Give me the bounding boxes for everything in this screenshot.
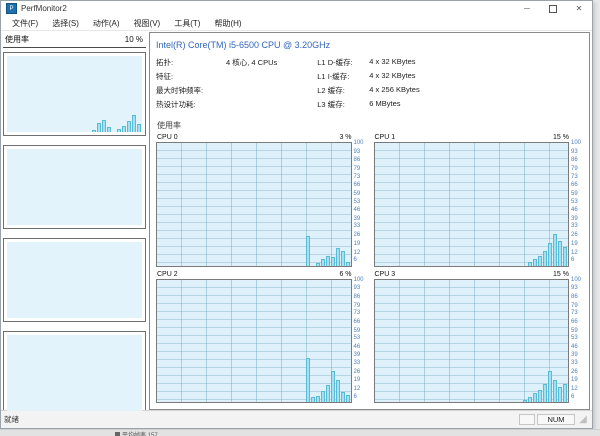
cpu2-usage-value: 6 % bbox=[339, 270, 352, 278]
info-label: 特征: bbox=[156, 72, 174, 81]
sidebar-panel-4-body bbox=[7, 335, 142, 411]
window-controls: ─ ✕ bbox=[514, 1, 592, 16]
minimize-button[interactable]: ─ bbox=[514, 1, 540, 16]
sidebar-panel-2-body bbox=[7, 149, 142, 225]
info-row-max-clock: 最大时钟频率: bbox=[156, 85, 277, 96]
cpu2-chart: CPU 2 6 % 100 93 86 79 73 66 59 53 46 39 33 26 19 12 6 bbox=[156, 271, 366, 403]
info-row-features: 特征: bbox=[156, 71, 277, 82]
cpu0-plot bbox=[156, 142, 352, 267]
cpu1-label: CPU 1 bbox=[374, 134, 396, 141]
info-row-l2: L2 缓存: 4 x 256 KBytes bbox=[317, 85, 419, 96]
cpu0-y-axis: 100 93 86 79 73 66 59 53 46 39 33 26 19 12 6 bbox=[353, 139, 364, 263]
cpu3-plot-row: 100 93 86 79 73 66 59 53 46 39 33 26 19 12 6 bbox=[373, 276, 584, 403]
sidebar: 使用率 10 % bbox=[3, 32, 146, 415]
cpu0-plot-row: 100 93 86 79 73 66 59 53 46 39 33 26 19 12 6 bbox=[156, 139, 366, 267]
menu-tools[interactable]: 工具(T) bbox=[167, 18, 207, 29]
status-box-empty bbox=[519, 414, 535, 425]
sidebar-header: 使用率 10 % bbox=[3, 32, 146, 48]
cpu3-chart: CPU 3 15 % 100 93 86 79 73 66 59 53 46 39 33 26 19 12… bbox=[373, 271, 584, 403]
cpu1-y-axis: 100 93 86 79 73 66 59 53 46 39 33 26 19 12 6 bbox=[571, 139, 582, 263]
cpu3-usage-value: 15 % bbox=[553, 270, 569, 278]
title-bar[interactable]: P PerfMonitor2 ─ ✕ bbox=[1, 1, 592, 16]
background-window-text: 平均帧率 157 bbox=[115, 430, 158, 436]
sidebar-panel-3-body bbox=[7, 242, 142, 318]
cpu2-y-axis: 100 93 86 79 73 66 59 53 46 39 33 26 19 12 6 bbox=[353, 276, 364, 400]
info-label: L2 缓存: bbox=[317, 86, 345, 95]
sidebar-panels bbox=[3, 48, 146, 415]
menu-action[interactable]: 动作(A) bbox=[86, 18, 127, 29]
sidebar-overview-panel[interactable] bbox=[3, 52, 146, 136]
cpu-charts-grid: CPU 0 3 % 100 93 86 79 73 66 59 53 46 39 33 26 19 12 6… bbox=[156, 134, 583, 403]
sidebar-panel-2[interactable] bbox=[3, 145, 146, 229]
info-value: 4 x 32 KBytes bbox=[369, 57, 416, 66]
cpu1-plot bbox=[373, 142, 569, 267]
info-row-l1d: L1 D-缓存: 4 x 32 KBytes bbox=[317, 57, 419, 68]
sidebar-panel-4[interactable] bbox=[3, 331, 146, 415]
window-title: PerfMonitor2 bbox=[21, 4, 67, 13]
info-label: 拓扑: bbox=[156, 58, 174, 67]
sidebar-header-value: 10 % bbox=[124, 35, 143, 44]
num-lock-indicator: NUM bbox=[537, 414, 575, 425]
background-window-icon bbox=[115, 432, 120, 436]
maximize-icon bbox=[549, 4, 557, 13]
maximize-button[interactable] bbox=[540, 1, 566, 16]
cpu1-usage-value: 15 % bbox=[553, 134, 569, 141]
cpu-info-grid: 拓扑: 4 核心, 4 CPUs 特征: 最大时钟频率: 热设计功耗: L1 D… bbox=[156, 57, 583, 110]
app-icon: P bbox=[6, 3, 17, 14]
info-value: 4 x 256 KBytes bbox=[369, 85, 420, 94]
menu-file[interactable]: 文件(F) bbox=[5, 18, 45, 29]
cpu2-plot-row: 100 93 86 79 73 66 59 53 46 39 33 26 19 12 6 bbox=[156, 276, 366, 403]
background-window-label: 平均帧率 157 bbox=[122, 433, 158, 436]
info-row-l3: L3 缓存: 6 MBytes bbox=[317, 99, 419, 110]
sidebar-overview-chart bbox=[7, 56, 142, 132]
content-area: 使用率 10 % Intel(R) Core(TM) i5-6500 CPU @… bbox=[1, 31, 592, 415]
info-label: 热设计功耗: bbox=[156, 100, 196, 109]
menu-bar: 文件(F) 选择(S) 动作(A) 视图(V) 工具(T) 帮助(H) bbox=[1, 16, 592, 31]
info-value: 6 MBytes bbox=[369, 99, 401, 108]
cpu3-chart-header: CPU 3 15 % bbox=[375, 271, 570, 278]
usage-section-title: 使用率 bbox=[157, 121, 181, 130]
menu-help[interactable]: 帮助(H) bbox=[207, 18, 248, 29]
info-row-tdp: 热设计功耗: bbox=[156, 99, 277, 110]
cpu-info-left-column: 拓扑: 4 核心, 4 CPUs 特征: 最大时钟频率: 热设计功耗: bbox=[156, 57, 277, 110]
menu-select[interactable]: 选择(S) bbox=[45, 18, 86, 29]
cpu-name-title: Intel(R) Core(TM) i5-6500 CPU @ 3.20GHz bbox=[156, 40, 331, 50]
close-button[interactable]: ✕ bbox=[566, 1, 592, 16]
cpu1-chart: CPU 1 15 % 100 93 86 79 73 66 59 53 46 39 33 26 19 12… bbox=[373, 134, 584, 267]
background-window-sliver: 平均帧率 157 bbox=[0, 429, 600, 436]
status-bar: 就绪 NUM ◢ bbox=[1, 410, 592, 428]
cpu2-plot bbox=[156, 278, 352, 403]
cpu3-plot bbox=[373, 278, 569, 403]
cpu0-chart-header: CPU 0 3 % bbox=[157, 134, 352, 141]
main-panel: Intel(R) Core(TM) i5-6500 CPU @ 3.20GHz … bbox=[149, 32, 590, 410]
cpu-info-right-column: L1 D-缓存: 4 x 32 KBytes L1 I-缓存: 4 x 32 K… bbox=[317, 57, 419, 110]
info-value: 4 核心, 4 CPUs bbox=[226, 58, 278, 67]
cpu1-chart-header: CPU 1 15 % bbox=[375, 134, 570, 141]
cpu2-label: CPU 2 bbox=[157, 270, 178, 278]
status-text: 就绪 bbox=[4, 415, 19, 424]
info-label: L1 I-缓存: bbox=[317, 72, 350, 81]
menu-view[interactable]: 视图(V) bbox=[127, 18, 168, 29]
sidebar-header-label: 使用率 bbox=[5, 35, 29, 44]
cpu3-label: CPU 3 bbox=[374, 270, 396, 278]
info-label: L3 缓存: bbox=[317, 100, 345, 109]
info-row-topology: 拓扑: 4 核心, 4 CPUs bbox=[156, 57, 277, 68]
app-window: P PerfMonitor2 ─ ✕ 文件(F) 选择(S) 动作(A) 视图(… bbox=[0, 0, 593, 429]
info-label: L1 D-缓存: bbox=[317, 58, 353, 67]
cpu2-chart-header: CPU 2 6 % bbox=[157, 271, 352, 278]
cpu0-usage-value: 3 % bbox=[339, 134, 352, 141]
cpu0-chart: CPU 0 3 % 100 93 86 79 73 66 59 53 46 39 33 26 19 12 6 bbox=[156, 134, 366, 267]
info-value: 4 x 32 KBytes bbox=[369, 71, 416, 80]
info-row-l1i: L1 I-缓存: 4 x 32 KBytes bbox=[317, 71, 419, 82]
info-label: 最大时钟频率: bbox=[156, 86, 204, 95]
cpu0-label: CPU 0 bbox=[157, 134, 178, 141]
cpu3-y-axis: 100 93 86 79 73 66 59 53 46 39 33 26 19 12 6 bbox=[571, 276, 582, 400]
status-right-group: NUM ◢ bbox=[519, 414, 589, 426]
cpu1-plot-row: 100 93 86 79 73 66 59 53 46 39 33 26 19 12 6 bbox=[373, 139, 584, 267]
sidebar-panel-3[interactable] bbox=[3, 238, 146, 322]
resize-grip[interactable]: ◢ bbox=[577, 414, 589, 426]
